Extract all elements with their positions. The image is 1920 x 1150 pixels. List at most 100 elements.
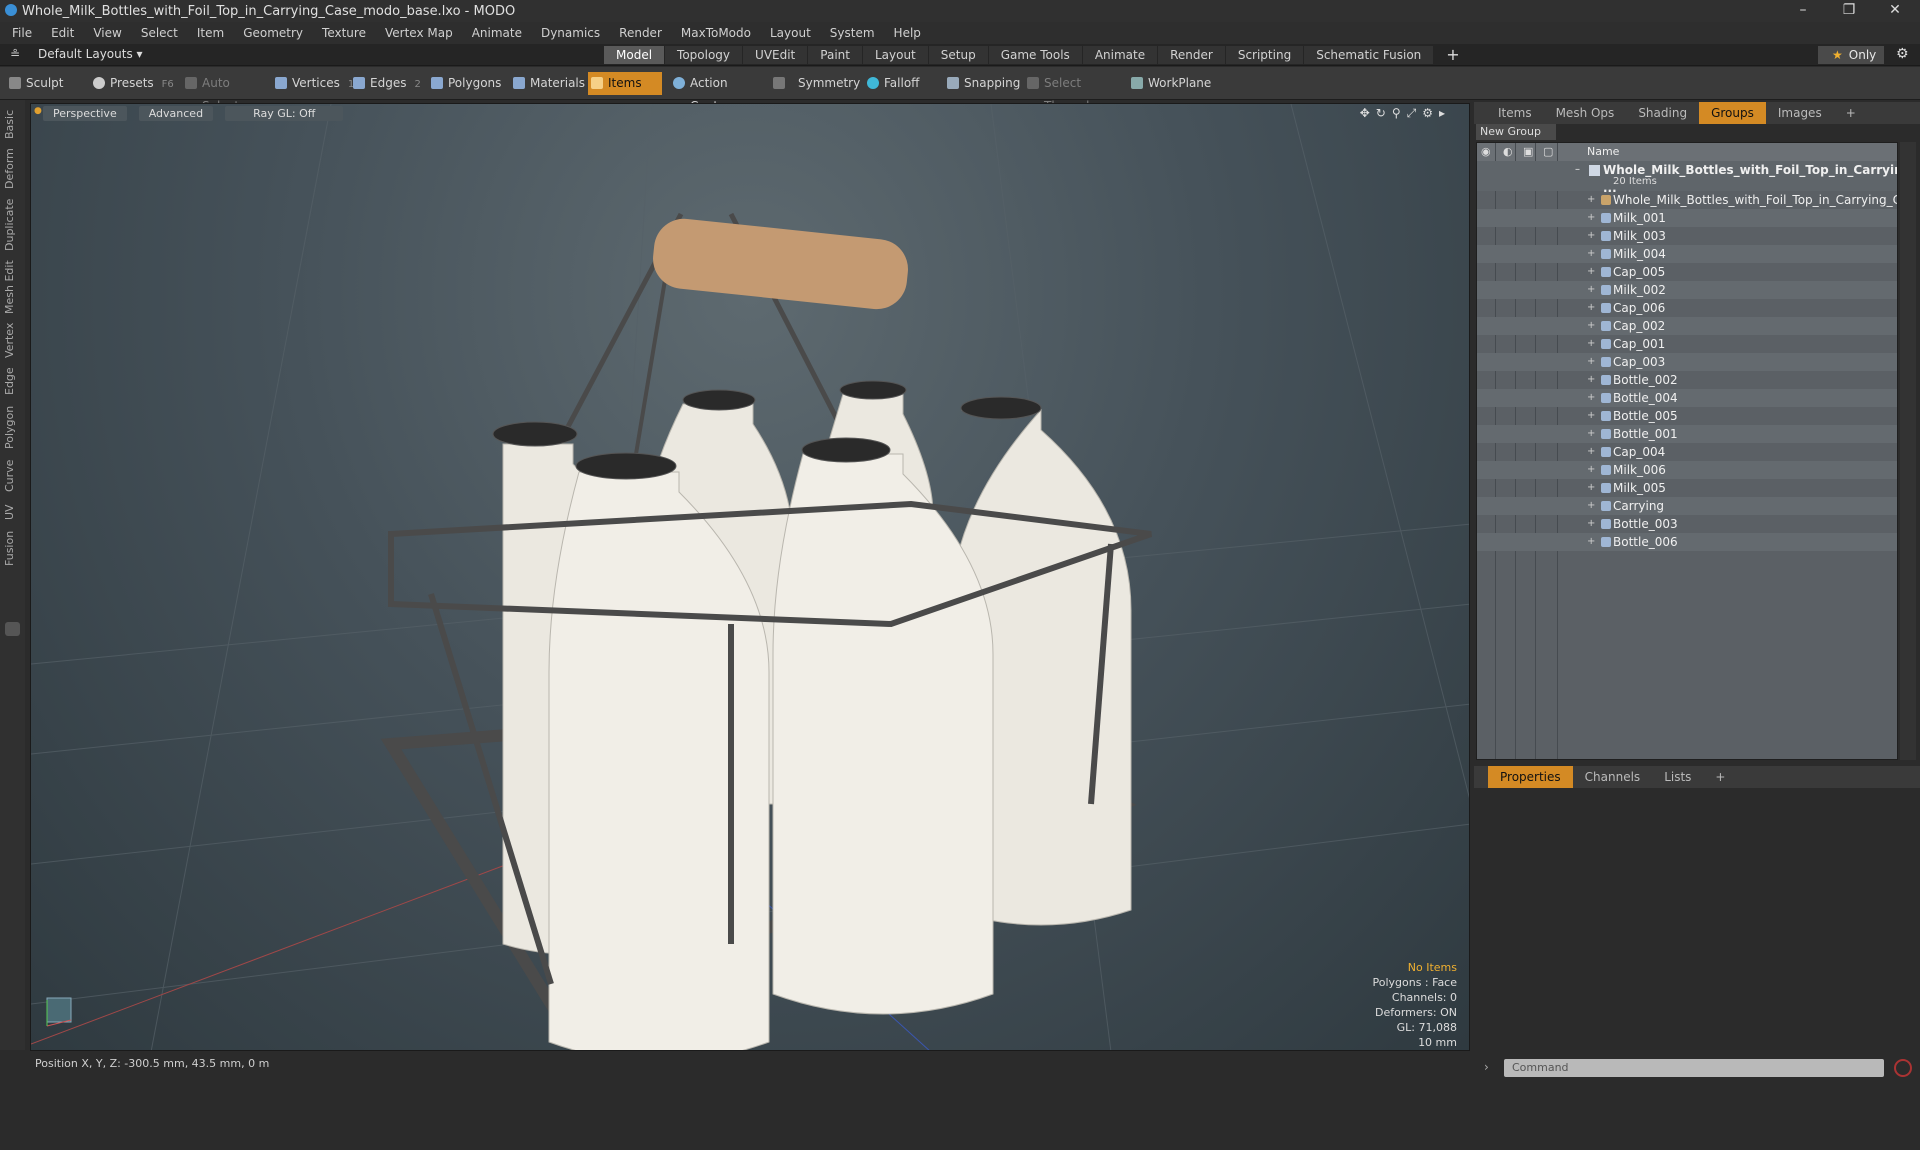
shading-mode-button[interactable]: Advanced	[138, 105, 214, 121]
expand-icon[interactable]: +	[1587, 353, 1595, 371]
restore-button[interactable]: ❐	[1826, 0, 1872, 22]
tab-paint[interactable]: Paint	[808, 46, 862, 64]
list-item[interactable]: + Milk_003	[1477, 227, 1897, 245]
panel-toggle-button[interactable]	[5, 622, 20, 636]
menu-item[interactable]: Item	[197, 26, 224, 40]
expand-icon[interactable]: +	[1587, 299, 1595, 317]
new-group-button[interactable]: New Group	[1476, 124, 1556, 140]
action-center-button[interactable]: Action Center	[670, 72, 766, 113]
tab-schematic-fusion[interactable]: Schematic Fusion	[1304, 46, 1434, 64]
layout-menu-icon[interactable]: ≗	[10, 47, 20, 61]
expand-icon[interactable]: +	[1587, 407, 1595, 425]
tab-items[interactable]: Items	[1474, 102, 1544, 124]
tab-uvedit[interactable]: UVEdit	[743, 46, 808, 64]
menu-layout[interactable]: Layout	[770, 26, 811, 40]
tab-lists[interactable]: Lists	[1652, 766, 1703, 788]
view-mode-button[interactable]: Perspective	[43, 105, 127, 121]
gear-icon[interactable]: ⚙	[1896, 46, 1909, 62]
menu-geometry[interactable]: Geometry	[243, 26, 303, 40]
list-item[interactable]: + Bottle_002	[1477, 371, 1897, 389]
add-tab-button[interactable]: +	[1434, 46, 1471, 64]
edges-button[interactable]: Edges 2	[350, 72, 422, 95]
tab-fusion[interactable]: Fusion	[3, 528, 21, 568]
expand-icon[interactable]: +	[1587, 515, 1595, 533]
tab-groups[interactable]: Groups	[1699, 102, 1766, 124]
viewport-nav-icons[interactable]: ✥↻⚲⤢⚙▸	[1360, 106, 1451, 121]
tab-model[interactable]: Model	[604, 46, 665, 64]
expand-icon[interactable]: +	[1587, 281, 1595, 299]
list-item[interactable]: + Cap_002	[1477, 317, 1897, 335]
materials-button[interactable]: Materials	[510, 72, 585, 95]
sculpt-button[interactable]: Sculpt	[6, 72, 86, 95]
tab-render[interactable]: Render	[1158, 46, 1225, 64]
menu-edit[interactable]: Edit	[51, 26, 74, 40]
name-column-header[interactable]: Name	[1587, 143, 1619, 161]
list-item[interactable]: + Bottle_001	[1477, 425, 1897, 443]
list-item[interactable]: + Bottle_006	[1477, 533, 1897, 551]
menu-help[interactable]: Help	[894, 26, 921, 40]
tab-basic[interactable]: Basic	[3, 106, 21, 142]
tab-polygon[interactable]: Polygon	[3, 402, 21, 452]
group-root-row[interactable]: – Whole_Milk_Bottles_with_Foil_Top_in_Ca…	[1477, 161, 1897, 195]
expand-icon[interactable]: +	[1587, 389, 1595, 407]
symmetry-button[interactable]: Symmetry	[770, 72, 860, 95]
list-item[interactable]: + Milk_004	[1477, 245, 1897, 263]
list-item[interactable]: + Cap_003	[1477, 353, 1897, 371]
viewport-menu-icon[interactable]: ●	[34, 106, 42, 116]
expand-icon[interactable]: +	[1587, 245, 1595, 263]
presets-button[interactable]: Presets F6	[90, 72, 174, 95]
tab-mesh-edit[interactable]: Mesh Edit	[3, 258, 21, 316]
tab-curve[interactable]: Curve	[3, 456, 21, 496]
render-icon[interactable]: ◐	[1503, 143, 1513, 161]
expand-icon[interactable]: +	[1587, 263, 1595, 281]
command-history-icon[interactable]: ›	[1484, 1060, 1489, 1074]
lock-icon[interactable]: ▣	[1523, 143, 1533, 161]
list-item[interactable]: + Cap_005	[1477, 263, 1897, 281]
tab-setup[interactable]: Setup	[928, 46, 988, 64]
expand-icon[interactable]: +	[1587, 317, 1595, 335]
layout-selector[interactable]: Default Layouts ▾	[38, 47, 143, 61]
raygl-button[interactable]: Ray GL: Off	[225, 105, 344, 121]
tab-deform[interactable]: Deform	[3, 146, 21, 192]
tab-animate[interactable]: Animate	[1082, 46, 1158, 64]
list-item[interactable]: + Bottle_004	[1477, 389, 1897, 407]
list-item[interactable]: + Cap_004	[1477, 443, 1897, 461]
select-through-button[interactable]: Select Through	[1024, 72, 1124, 113]
expand-icon[interactable]: +	[1587, 425, 1595, 443]
menu-render[interactable]: Render	[619, 26, 662, 40]
groups-list-scrollbar[interactable]	[1900, 142, 1916, 760]
expand-icon[interactable]: +	[1587, 209, 1595, 227]
add-panel-tab-button[interactable]: +	[1834, 102, 1868, 124]
list-item[interactable]: + Bottle_003	[1477, 515, 1897, 533]
menu-system[interactable]: System	[830, 26, 875, 40]
expand-icon[interactable]: +	[1587, 191, 1595, 209]
tab-game-tools[interactable]: Game Tools	[988, 46, 1082, 64]
tab-duplicate[interactable]: Duplicate	[3, 196, 21, 254]
tab-edge[interactable]: Edge	[3, 364, 21, 398]
menu-animate[interactable]: Animate	[472, 26, 522, 40]
expand-icon[interactable]: +	[1587, 335, 1595, 353]
list-item[interactable]: + Carrying	[1477, 497, 1897, 515]
menu-texture[interactable]: Texture	[322, 26, 366, 40]
tab-mesh-ops[interactable]: Mesh Ops	[1544, 102, 1627, 124]
menu-view[interactable]: View	[93, 26, 121, 40]
expand-icon[interactable]: +	[1587, 227, 1595, 245]
only-toggle[interactable]: ★ Only	[1818, 46, 1884, 64]
select-icon[interactable]: ▢	[1543, 143, 1553, 161]
tab-topology[interactable]: Topology	[665, 46, 743, 64]
falloff-button[interactable]: Falloff	[864, 72, 938, 95]
expand-icon[interactable]: +	[1587, 479, 1595, 497]
collapse-icon[interactable]: –	[1575, 161, 1580, 179]
tab-images[interactable]: Images	[1766, 102, 1834, 124]
list-item[interactable]: + Milk_002	[1477, 281, 1897, 299]
add-props-tab-button[interactable]: +	[1703, 766, 1737, 788]
menu-vertex-map[interactable]: Vertex Map	[385, 26, 453, 40]
workplane-button[interactable]: WorkPlane	[1128, 72, 1216, 95]
tab-properties[interactable]: Properties	[1488, 766, 1573, 788]
list-item[interactable]: + Milk_005	[1477, 479, 1897, 497]
list-item[interactable]: + Milk_006	[1477, 461, 1897, 479]
visibility-eye-icon[interactable]: ◉	[1481, 143, 1491, 161]
expand-icon[interactable]: +	[1587, 461, 1595, 479]
menu-select[interactable]: Select	[141, 26, 178, 40]
tab-layout[interactable]: Layout	[862, 46, 928, 64]
